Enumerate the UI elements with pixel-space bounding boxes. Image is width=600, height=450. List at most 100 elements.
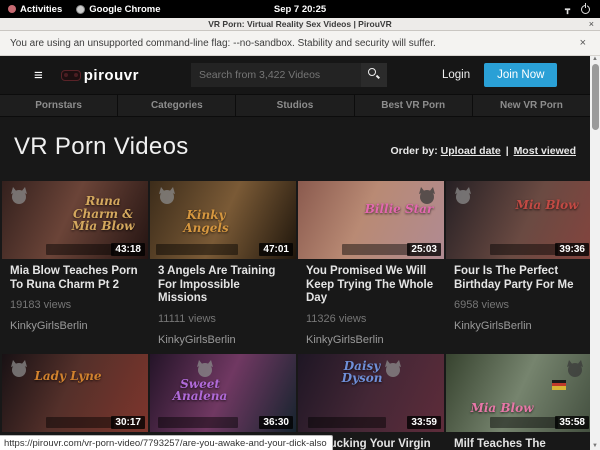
video-views: 11326 views xyxy=(306,313,436,325)
chrome-icon xyxy=(76,5,85,14)
video-views: 19183 views xyxy=(10,299,140,311)
video-studio-link[interactable]: KinkyGirlsBerlin xyxy=(454,320,584,332)
activities-button[interactable]: Activities xyxy=(8,4,62,15)
video-studio-link[interactable]: KinkyGirlsBerlin xyxy=(158,334,288,346)
duration-badge: 36:30 xyxy=(259,416,293,429)
video-thumbnail[interactable]: Kinky Angels 47:01 xyxy=(150,181,296,259)
active-app-label: Google Chrome xyxy=(89,4,160,15)
active-app-menu[interactable]: Google Chrome xyxy=(76,4,160,15)
thumbnail-caption-strip xyxy=(156,244,238,255)
thumbnail-caption-strip xyxy=(342,244,410,255)
login-link[interactable]: Login xyxy=(442,69,470,81)
video-title[interactable]: Mia Blow Teaches Porn To Runa Charm Pt 2 xyxy=(10,265,140,292)
studio-cat-logo-icon xyxy=(8,359,30,377)
thumbnail-caption-strip xyxy=(308,417,386,428)
hamburger-menu-icon[interactable]: ≡ xyxy=(34,68,43,83)
video-card: Billie Star 25:03 You Promised We Will K… xyxy=(298,181,444,346)
order-by-most-viewed-link[interactable]: Most viewed xyxy=(514,145,576,157)
video-thumbnail[interactable]: Daisy Dyson 33:59 xyxy=(298,354,444,432)
clock[interactable]: Sep 7 20:25 xyxy=(274,4,326,15)
scrollbar-thumb[interactable] xyxy=(592,64,599,130)
studio-cat-logo-icon xyxy=(8,186,30,204)
thumbnail-caption-strip xyxy=(46,417,114,428)
thumbnail-caption-strip xyxy=(490,244,558,255)
order-by-separator: | xyxy=(506,145,509,157)
duration-badge: 25:03 xyxy=(407,243,441,256)
search-button[interactable] xyxy=(361,63,387,87)
thumbnail-overlay-title: Mia Blow xyxy=(462,402,542,415)
video-card: Mia Blow 35:58 Milf Teaches The Teacher … xyxy=(446,354,592,450)
duration-badge: 43:18 xyxy=(111,243,145,256)
window-title: VR Porn: Virtual Reality Sex Videos | Pi… xyxy=(208,19,391,29)
order-by-label: Order by: xyxy=(390,145,437,157)
video-thumbnail[interactable]: Billie Star 25:03 xyxy=(298,181,444,259)
video-thumbnail[interactable]: Lady Lyne 30:17 xyxy=(2,354,148,432)
studio-cat-logo-icon xyxy=(382,359,404,377)
order-by-upload-date-link[interactable]: Upload date xyxy=(441,145,501,157)
thumbnail-overlay-title: Mia Blow xyxy=(507,199,587,212)
video-grid: Runa Charm & Mia Blow 43:18 Mia Blow Tea… xyxy=(0,175,590,450)
nav-item-new-vr-porn[interactable]: New VR Porn xyxy=(473,95,590,116)
duration-badge: 33:59 xyxy=(407,416,441,429)
thumbnail-overlay-title: Daisy Dyson xyxy=(322,360,402,385)
browser-scrollbar[interactable]: ▲ ▼ xyxy=(590,56,600,450)
site-logo-text: pirouvr xyxy=(84,67,139,84)
activities-icon xyxy=(8,5,16,13)
video-card: Kinky Angels 47:01 3 Angels Are Training… xyxy=(150,181,296,346)
video-views: 11111 views xyxy=(158,313,288,325)
network-icon[interactable]: ┳ xyxy=(565,5,569,14)
nav-item-best-vr-porn[interactable]: Best VR Porn xyxy=(355,95,473,116)
video-card: Runa Charm & Mia Blow 43:18 Mia Blow Tea… xyxy=(2,181,148,346)
studio-cat-logo-icon xyxy=(416,186,438,204)
site-logo[interactable]: pirouvr xyxy=(61,67,139,84)
search-input[interactable] xyxy=(191,63,361,87)
status-url-text: https://pirouvr.com/vr-porn-video/779325… xyxy=(4,438,327,449)
infobar-message: You are using an unsupported command-lin… xyxy=(0,38,580,49)
site-header: ≡ pirouvr Login Join Now xyxy=(0,56,590,94)
duration-badge: 30:17 xyxy=(111,416,145,429)
power-icon[interactable] xyxy=(581,5,590,14)
thumbnail-overlay-title: Sweet Analena xyxy=(160,378,240,403)
thumbnail-caption-strip xyxy=(490,417,558,428)
thumbnail-overlay-title: Lady Lyne xyxy=(28,370,108,383)
join-now-button[interactable]: Join Now xyxy=(484,63,557,87)
chrome-infobar: You are using an unsupported command-lin… xyxy=(0,31,600,56)
video-title[interactable]: Milf Teaches The Teacher Some Practical … xyxy=(454,438,584,450)
activities-label: Activities xyxy=(20,4,62,15)
studio-cat-logo-icon xyxy=(564,359,586,377)
thumbnail-overlay-title: Runa Charm & Mia Blow xyxy=(63,195,143,233)
video-thumbnail[interactable]: Mia Blow 35:58 xyxy=(446,354,592,432)
search-icon xyxy=(368,68,376,76)
german-flag-icon xyxy=(552,380,566,390)
nav-item-pornstars[interactable]: Pornstars xyxy=(0,95,118,116)
page-title: VR Porn Videos xyxy=(14,133,189,161)
scrollbar-up-icon[interactable]: ▲ xyxy=(590,56,600,62)
duration-badge: 47:01 xyxy=(259,243,293,256)
video-thumbnail[interactable]: Runa Charm & Mia Blow 43:18 xyxy=(2,181,148,259)
page-viewport: ≡ pirouvr Login Join Now Pornstars Categ… xyxy=(0,56,600,450)
scrollbar-down-icon[interactable]: ▼ xyxy=(590,443,600,449)
heading-row: VR Porn Videos Order by: Upload date | M… xyxy=(0,117,590,175)
video-title[interactable]: You Promised We Will Keep Trying The Who… xyxy=(306,265,436,306)
video-thumbnail[interactable]: Mia Blow 39:36 xyxy=(446,181,592,259)
thumbnail-caption-strip xyxy=(158,417,238,428)
thumbnail-caption-strip xyxy=(46,244,114,255)
studio-cat-logo-icon xyxy=(452,186,474,204)
video-title[interactable]: 3 Angels Are Training For Impossible Mis… xyxy=(158,265,288,306)
duration-badge: 39:36 xyxy=(555,243,589,256)
infobar-close-icon[interactable]: × xyxy=(580,37,600,49)
video-title[interactable]: Four Is The Perfect Birthday Party For M… xyxy=(454,265,584,292)
system-top-bar: Activities Google Chrome Sep 7 20:25 ┳ xyxy=(0,0,600,18)
video-thumbnail[interactable]: Sweet Analena 36:30 xyxy=(150,354,296,432)
window-close-icon[interactable]: × xyxy=(589,19,594,29)
video-studio-link[interactable]: KinkyGirlsBerlin xyxy=(306,334,436,346)
window-titlebar[interactable]: VR Porn: Virtual Reality Sex Videos | Pi… xyxy=(0,18,600,31)
video-studio-link[interactable]: KinkyGirlsBerlin xyxy=(10,320,140,332)
thumbnail-overlay-title: Kinky Angels xyxy=(166,209,246,234)
studio-cat-logo-icon xyxy=(156,186,178,204)
main-nav: Pornstars Categories Studios Best VR Por… xyxy=(0,94,590,117)
nav-item-categories[interactable]: Categories xyxy=(118,95,236,116)
video-views: 6958 views xyxy=(454,299,584,311)
nav-item-studios[interactable]: Studios xyxy=(236,95,354,116)
video-card: Mia Blow 39:36 Four Is The Perfect Birth… xyxy=(446,181,592,346)
